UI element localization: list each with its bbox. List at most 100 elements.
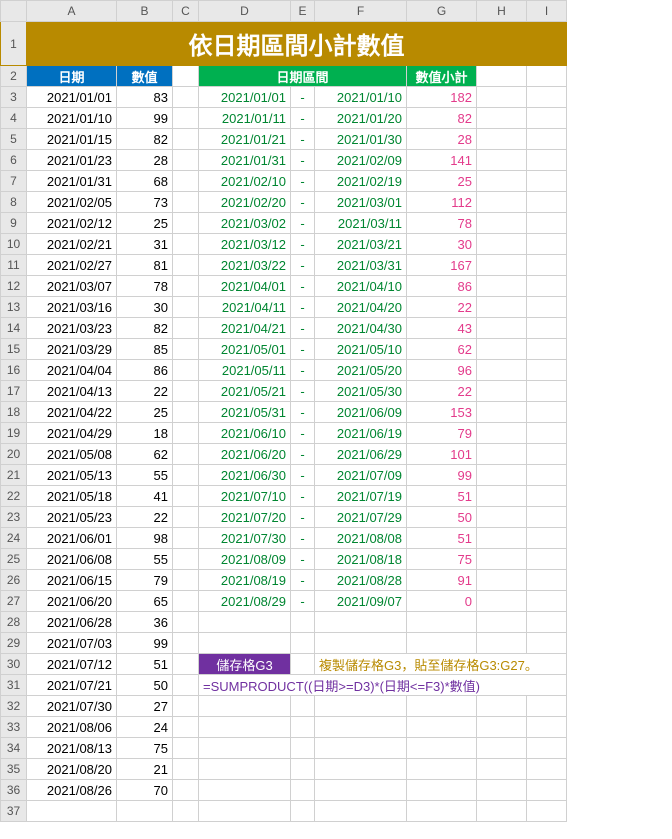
cell-subtotal[interactable]: 75 bbox=[407, 549, 477, 570]
cell-range-to[interactable] bbox=[315, 717, 407, 738]
cell-range-to[interactable]: 2021/07/09 bbox=[315, 465, 407, 486]
row-header[interactable]: 4 bbox=[1, 108, 27, 129]
cell-range-to[interactable]: 2021/05/30 bbox=[315, 381, 407, 402]
cell-range-to[interactable]: 2021/02/19 bbox=[315, 171, 407, 192]
row-header[interactable]: 30 bbox=[1, 654, 27, 675]
cell-range-to[interactable] bbox=[315, 696, 407, 717]
cell-date[interactable]: 2021/04/29 bbox=[27, 423, 117, 444]
cell-dash[interactable] bbox=[291, 801, 315, 822]
cell-dash[interactable]: - bbox=[291, 402, 315, 423]
cell[interactable] bbox=[477, 87, 527, 108]
cell[interactable] bbox=[477, 570, 527, 591]
cell[interactable] bbox=[477, 150, 527, 171]
cell-value[interactable]: 79 bbox=[117, 570, 173, 591]
cell-date[interactable]: 2021/06/28 bbox=[27, 612, 117, 633]
cell[interactable] bbox=[173, 297, 199, 318]
cell[interactable] bbox=[527, 192, 567, 213]
cell[interactable] bbox=[173, 234, 199, 255]
cell-range-to[interactable]: 2021/03/01 bbox=[315, 192, 407, 213]
cell-range-from[interactable] bbox=[199, 612, 291, 633]
cell-range-from[interactable] bbox=[199, 633, 291, 654]
cell-range-from[interactable]: 2021/08/29 bbox=[199, 591, 291, 612]
col-header[interactable]: B bbox=[117, 1, 173, 22]
cell-value[interactable]: 25 bbox=[117, 213, 173, 234]
cell[interactable] bbox=[173, 87, 199, 108]
cell-range-to[interactable]: 2021/03/31 bbox=[315, 255, 407, 276]
cell-date[interactable] bbox=[27, 801, 117, 822]
cell[interactable] bbox=[173, 780, 199, 801]
cell[interactable] bbox=[173, 675, 199, 696]
cell-value[interactable]: 85 bbox=[117, 339, 173, 360]
cell-value[interactable]: 65 bbox=[117, 591, 173, 612]
cell[interactable] bbox=[173, 507, 199, 528]
cell-range-from[interactable]: 2021/08/19 bbox=[199, 570, 291, 591]
cell[interactable] bbox=[527, 591, 567, 612]
cell-range-to[interactable]: 2021/06/29 bbox=[315, 444, 407, 465]
cell-range-from[interactable]: 2021/06/10 bbox=[199, 423, 291, 444]
formula-cell[interactable]: =SUMPRODUCT((日期>=D3)*(日期<=F3)*數值) bbox=[199, 675, 567, 696]
cell-date[interactable]: 2021/01/31 bbox=[27, 171, 117, 192]
row-header[interactable]: 21 bbox=[1, 465, 27, 486]
cell-subtotal[interactable]: 82 bbox=[407, 108, 477, 129]
row-header[interactable]: 19 bbox=[1, 423, 27, 444]
cell-range-to[interactable]: 2021/06/09 bbox=[315, 402, 407, 423]
cell[interactable] bbox=[527, 339, 567, 360]
cell-value[interactable]: 70 bbox=[117, 780, 173, 801]
cell-date[interactable]: 2021/01/23 bbox=[27, 150, 117, 171]
cell[interactable] bbox=[477, 255, 527, 276]
cell-subtotal[interactable] bbox=[407, 801, 477, 822]
cell[interactable] bbox=[477, 381, 527, 402]
cell-subtotal[interactable]: 62 bbox=[407, 339, 477, 360]
cell-subtotal[interactable] bbox=[407, 633, 477, 654]
cell[interactable] bbox=[173, 570, 199, 591]
cell-subtotal[interactable]: 78 bbox=[407, 213, 477, 234]
cell[interactable] bbox=[527, 507, 567, 528]
cell[interactable] bbox=[477, 108, 527, 129]
cell-value[interactable]: 86 bbox=[117, 360, 173, 381]
cell-value[interactable]: 31 bbox=[117, 234, 173, 255]
row-header[interactable]: 22 bbox=[1, 486, 27, 507]
cell[interactable] bbox=[527, 108, 567, 129]
cell-dash[interactable]: - bbox=[291, 465, 315, 486]
cell-date[interactable]: 2021/07/12 bbox=[27, 654, 117, 675]
cell-range-to[interactable]: 2021/05/10 bbox=[315, 339, 407, 360]
cell[interactable] bbox=[173, 612, 199, 633]
header-date[interactable]: 日期 bbox=[27, 66, 117, 87]
cell[interactable] bbox=[173, 717, 199, 738]
cell[interactable] bbox=[527, 780, 567, 801]
cell-range-from[interactable] bbox=[199, 696, 291, 717]
cell-date[interactable]: 2021/06/15 bbox=[27, 570, 117, 591]
cell[interactable] bbox=[291, 654, 315, 675]
cell[interactable] bbox=[173, 486, 199, 507]
cell-subtotal[interactable]: 96 bbox=[407, 360, 477, 381]
cell-subtotal[interactable]: 167 bbox=[407, 255, 477, 276]
cell-subtotal[interactable] bbox=[407, 780, 477, 801]
row-header[interactable]: 26 bbox=[1, 570, 27, 591]
cell-subtotal[interactable] bbox=[407, 738, 477, 759]
row-header[interactable]: 5 bbox=[1, 129, 27, 150]
cell-subtotal[interactable]: 28 bbox=[407, 129, 477, 150]
cell-value[interactable]: 62 bbox=[117, 444, 173, 465]
cell[interactable] bbox=[477, 759, 527, 780]
cell-dash[interactable]: - bbox=[291, 318, 315, 339]
cell[interactable] bbox=[477, 423, 527, 444]
cell[interactable] bbox=[173, 360, 199, 381]
cell[interactable] bbox=[477, 738, 527, 759]
row-header[interactable]: 17 bbox=[1, 381, 27, 402]
cell-dash[interactable]: - bbox=[291, 486, 315, 507]
cell-value[interactable]: 21 bbox=[117, 759, 173, 780]
cell[interactable] bbox=[527, 570, 567, 591]
cell[interactable] bbox=[173, 150, 199, 171]
cell-range-from[interactable]: 2021/03/22 bbox=[199, 255, 291, 276]
row-header[interactable]: 25 bbox=[1, 549, 27, 570]
col-header[interactable]: A bbox=[27, 1, 117, 22]
cell-dash[interactable] bbox=[291, 633, 315, 654]
cell-range-from[interactable]: 2021/03/02 bbox=[199, 213, 291, 234]
cell-range-from[interactable]: 2021/02/10 bbox=[199, 171, 291, 192]
cell-range-to[interactable]: 2021/06/19 bbox=[315, 423, 407, 444]
cell-date[interactable]: 2021/04/04 bbox=[27, 360, 117, 381]
cell-dash[interactable]: - bbox=[291, 213, 315, 234]
cell-dash[interactable]: - bbox=[291, 339, 315, 360]
cell-range-to[interactable]: 2021/04/30 bbox=[315, 318, 407, 339]
cell-dash[interactable] bbox=[291, 717, 315, 738]
